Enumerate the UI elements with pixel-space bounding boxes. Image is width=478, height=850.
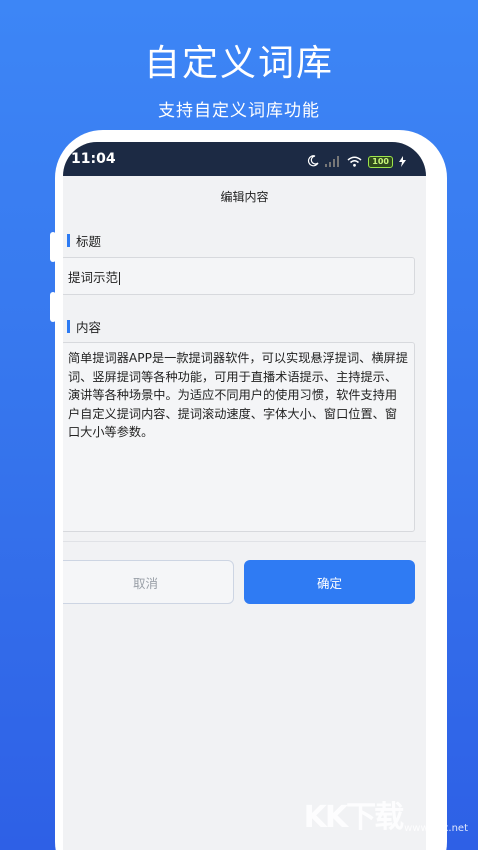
status-time: 11:04 (71, 151, 116, 167)
app-screen: 11:04 100 编辑内容 标题 提词示范 内容 简单提词器APP是一款提词器 (63, 142, 426, 850)
confirm-button[interactable]: 确定 (244, 560, 415, 604)
watermark-logo: KK下载 (303, 800, 404, 835)
moon-icon (307, 152, 319, 171)
wifi-icon (347, 152, 362, 171)
section-marker (67, 234, 70, 247)
text-cursor (119, 272, 121, 285)
title-input[interactable]: 提词示范 (63, 257, 415, 295)
section-marker (67, 320, 70, 333)
status-bar: 11:04 100 (63, 142, 426, 176)
status-icons: 100 (307, 152, 406, 171)
title-section-label: 标题 (67, 231, 101, 250)
promo-subtitle: 支持自定义词库功能 (158, 101, 320, 121)
page-title: 编辑内容 (220, 190, 269, 204)
divider (63, 541, 426, 542)
title-label: 标题 (76, 234, 102, 249)
content-section-label: 内容 (67, 317, 101, 336)
title-input-value: 提词示范 (68, 270, 119, 285)
watermark-url: www.kkx.net (404, 823, 468, 834)
watermark: KK下载 www.kkx.net (304, 792, 468, 836)
promo-title: 自定义词库 (143, 43, 334, 84)
signal-icon (325, 152, 341, 171)
content-textarea[interactable]: 简单提词器APP是一款提词器软件，可以实现悬浮提词、横屏提词、竖屏提词等各种功能… (63, 342, 415, 532)
content-label: 内容 (76, 320, 102, 335)
cancel-button[interactable]: 取消 (63, 560, 234, 604)
charging-icon (399, 152, 406, 171)
battery-icon: 100 (368, 155, 393, 168)
